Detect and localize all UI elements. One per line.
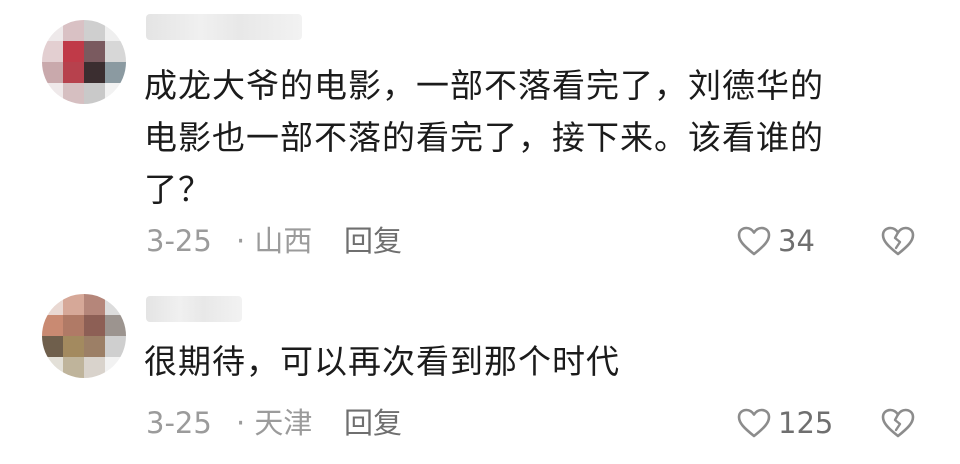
avatar-pixel [105, 83, 126, 104]
like-button[interactable]: 34 [736, 221, 815, 261]
avatar-pixel [105, 336, 126, 357]
heart-icon [737, 226, 771, 256]
comment-text: 成龙大爷的电影，一部不落看完了，刘德华的 电影也一部不落的看完了，接下来。该看谁… [144, 66, 824, 209]
like-count: 34 [778, 224, 815, 258]
avatar-pixel [84, 41, 105, 62]
comment-meta: 3-25 · 天津 回复 125 [146, 403, 926, 443]
avatar[interactable] [42, 294, 126, 378]
avatar-pixel [84, 62, 105, 83]
avatar-pixel [42, 83, 63, 104]
avatar-pixel [84, 20, 105, 41]
comment-item: 成龙大爷的电影，一部不落看完了，刘德华的 电影也一部不落的看完了，接下来。该看谁… [0, 0, 960, 270]
avatar-pixel [42, 41, 63, 62]
avatar-pixel [84, 294, 105, 315]
username-blurred[interactable] [146, 14, 302, 40]
avatar-pixel [84, 83, 105, 104]
comment-date: 3-25 [146, 224, 212, 258]
avatar-pixel [63, 41, 84, 62]
avatar-pixel [84, 336, 105, 357]
avatar-pixel [63, 357, 84, 378]
like-count: 125 [778, 406, 834, 440]
username-blurred[interactable] [146, 296, 242, 322]
reply-button[interactable]: 回复 [344, 221, 402, 261]
dislike-button[interactable] [880, 221, 916, 261]
avatar-pixel [63, 336, 84, 357]
avatar-pixel [105, 62, 126, 83]
avatar-pixel [63, 20, 84, 41]
avatar[interactable] [42, 20, 126, 104]
comment-date: 3-25 [146, 406, 212, 440]
avatar-pixel [63, 294, 84, 315]
dislike-button[interactable] [880, 403, 916, 443]
comment-location: · 山西 [236, 224, 313, 258]
avatar-pixel [42, 62, 63, 83]
avatar-pixel [105, 20, 126, 41]
avatar-pixel [105, 357, 126, 378]
avatar-pixel [42, 294, 63, 315]
avatar-pixel [63, 315, 84, 336]
comment-item: 很期待，可以再次看到那个时代 3-25 · 天津 回复 125 [0, 290, 960, 464]
avatar-pixel [42, 357, 63, 378]
avatar-pixel [42, 336, 63, 357]
broken-heart-icon [881, 408, 915, 438]
like-button[interactable]: 125 [736, 403, 833, 443]
comment-location: · 天津 [236, 406, 313, 440]
avatar-pixel [105, 41, 126, 62]
comment-text: 很期待，可以再次看到那个时代 [144, 342, 620, 381]
avatar-pixel [63, 83, 84, 104]
avatar-pixel [105, 315, 126, 336]
reply-button[interactable]: 回复 [344, 403, 402, 443]
broken-heart-icon [881, 226, 915, 256]
heart-icon [737, 408, 771, 438]
comment-meta: 3-25 · 山西 回复 34 [146, 221, 926, 261]
avatar-pixel [84, 357, 105, 378]
avatar-pixel [63, 62, 84, 83]
avatar-pixel [84, 315, 105, 336]
avatar-pixel [105, 294, 126, 315]
avatar-pixel [42, 315, 63, 336]
avatar-pixel [42, 20, 63, 41]
